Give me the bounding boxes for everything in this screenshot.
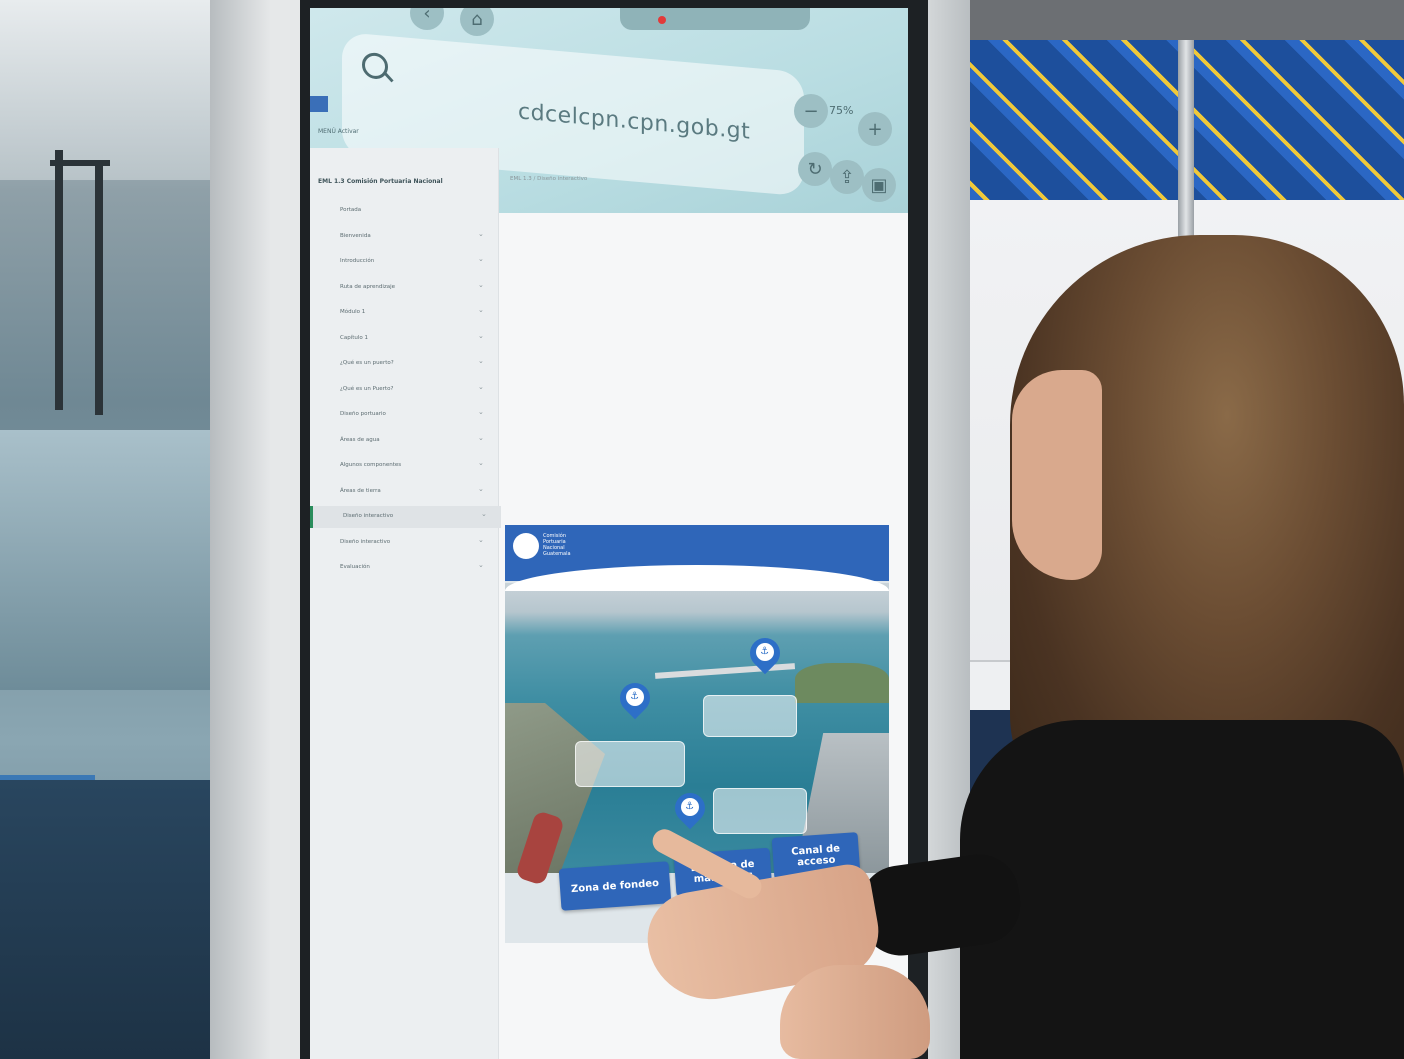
sidebar-item-label: Evaluación <box>340 564 370 570</box>
chevron-down-icon: ⌄ <box>478 535 484 544</box>
sidebar-item[interactable]: Capítulo 1 ⌄ <box>310 328 498 350</box>
lock-button[interactable]: ▣ <box>862 168 896 202</box>
chevron-down-icon: ⌄ <box>481 510 487 518</box>
sidebar-item-label: Módulo 1 <box>340 309 366 315</box>
chevron-down-icon: ⌄ <box>478 459 484 467</box>
zoom-minus-icon: − <box>803 101 819 122</box>
land-area <box>795 663 889 703</box>
sidebar-item-label: Bienvenida <box>340 232 371 239</box>
sidebar-item[interactable]: Algunos componentes ⌄ <box>310 455 498 477</box>
chevron-down-icon: ⌄ <box>478 229 484 238</box>
poster-crane <box>95 165 103 415</box>
sidebar-item-label: Ruta de aprendizaje <box>340 283 396 290</box>
back-button[interactable]: ‹ <box>410 8 444 30</box>
map-marker-icon[interactable]: ⚓ <box>613 676 657 723</box>
zona-de-fondeo-button[interactable]: Zona de fondeo <box>558 861 672 911</box>
sidebar-item[interactable]: Ruta de aprendizaje ⌄ <box>310 277 498 299</box>
sidebar-item[interactable]: Áreas de tierra ⌄ <box>310 481 498 503</box>
sidebar-item-label: Áreas de agua <box>340 436 380 443</box>
person-body <box>960 720 1404 1059</box>
hotspot-label <box>575 741 685 787</box>
hotspot-label <box>703 695 797 737</box>
sidebar-item-label: Algunos componentes <box>340 462 402 468</box>
zoom-plus-icon: + <box>867 119 883 140</box>
person-hand <box>780 965 930 1059</box>
sidebar-item[interactable]: Diseño interactivo ⌄ <box>310 506 501 528</box>
sidebar-item-label: Introducción <box>340 258 375 264</box>
share-icon: ⇪ <box>839 167 855 188</box>
sidebar-item-label: Diseño portuario <box>340 411 386 417</box>
course-sidebar: EML 1.3 Comisión Portuaria Nacional Port… <box>310 148 501 1059</box>
search-icon <box>362 51 388 81</box>
record-indicator <box>658 16 666 24</box>
chevron-down-icon: ⌄ <box>478 331 484 340</box>
sidebar-item[interactable]: Diseño portuario ⌄ <box>310 404 498 426</box>
cpn-logo <box>513 533 539 559</box>
chevron-down-icon: ⌄ <box>478 357 484 365</box>
map-marker-icon[interactable]: ⚓ <box>743 631 787 678</box>
chevron-down-icon: ⌄ <box>478 561 484 569</box>
hotspot-label <box>713 788 807 834</box>
poster-crane <box>50 160 110 166</box>
sidebar-item-label: ¿Qué es un Puerto? <box>340 385 394 392</box>
app-tag[interactable] <box>310 96 328 112</box>
menu-bar[interactable]: MENÚ Activar <box>318 128 359 135</box>
share-button[interactable]: ⇪ <box>830 160 864 194</box>
sidebar-item[interactable]: Bienvenida ⌄ <box>310 226 498 248</box>
sidebar-item-label: Capítulo 1 <box>340 334 369 341</box>
poster-water <box>0 430 215 690</box>
port-aerial-photo: ⚓ ⚓ ⚓ <box>505 583 889 886</box>
zoom-in-button[interactable]: + <box>858 112 892 146</box>
chevron-down-icon: ⌄ <box>478 433 484 442</box>
chevron-down-icon: ⌄ <box>478 408 484 416</box>
zoom-out-button[interactable]: − <box>794 94 828 128</box>
zoom-level: 75% <box>829 104 854 117</box>
back-icon: ‹ <box>423 8 431 24</box>
home-button[interactable]: ⌂ <box>460 8 494 36</box>
url-text[interactable]: cdcelcpn.cpn.gob.gt <box>518 99 750 144</box>
sidebar-item[interactable]: Módulo 1 ⌄ <box>310 302 498 324</box>
poster-crane <box>55 150 63 410</box>
chevron-down-icon: ⌄ <box>478 280 484 289</box>
sidebar-item[interactable]: Evaluación ⌄ <box>310 557 498 579</box>
sidebar-item[interactable]: Introducción ⌄ <box>310 251 498 273</box>
cpn-logo-text: Comisión Portuaria Nacional Guatemala <box>543 533 571 557</box>
breadcrumb: EML 1.3 / Diseño interactivo <box>510 176 588 182</box>
sidebar-item[interactable]: Portada <box>310 200 498 222</box>
person-face <box>1012 370 1102 580</box>
sidebar-item[interactable]: Áreas de agua ⌄ <box>310 430 498 452</box>
sidebar-item[interactable]: ¿Qué es un Puerto? ⌄ <box>310 379 498 401</box>
reload-icon: ↻ <box>807 159 823 180</box>
lock-icon: ▣ <box>870 175 888 196</box>
poster-sky <box>0 0 215 180</box>
chevron-down-icon: ⌄ <box>478 306 484 314</box>
sidebar-item-label: Diseño interactivo <box>343 513 394 519</box>
sidebar-header[interactable]: EML 1.3 Comisión Portuaria Nacional <box>318 178 443 185</box>
background-left-poster <box>0 0 215 1059</box>
sidebar-item[interactable]: Diseño interactivo ⌄ <box>310 532 498 554</box>
chevron-down-icon: ⌄ <box>478 255 484 263</box>
map-marker-icon[interactable]: ⚓ <box>668 786 712 833</box>
sidebar-item-label: Portada <box>340 207 362 213</box>
sidebar-item-label: Áreas de tierra <box>340 487 381 494</box>
sidebar-item[interactable]: ¿Qué es un puerto? ⌄ <box>310 353 498 375</box>
reload-button[interactable]: ↻ <box>798 152 832 186</box>
chevron-down-icon: ⌄ <box>478 382 484 391</box>
status-pill <box>620 8 810 30</box>
sidebar-item-label: Diseño interactivo <box>340 538 391 545</box>
chevron-down-icon: ⌄ <box>478 484 484 493</box>
stand-base <box>0 780 215 1059</box>
home-icon: ⌂ <box>471 9 483 30</box>
sidebar-item-label: ¿Qué es un puerto? <box>340 360 394 366</box>
